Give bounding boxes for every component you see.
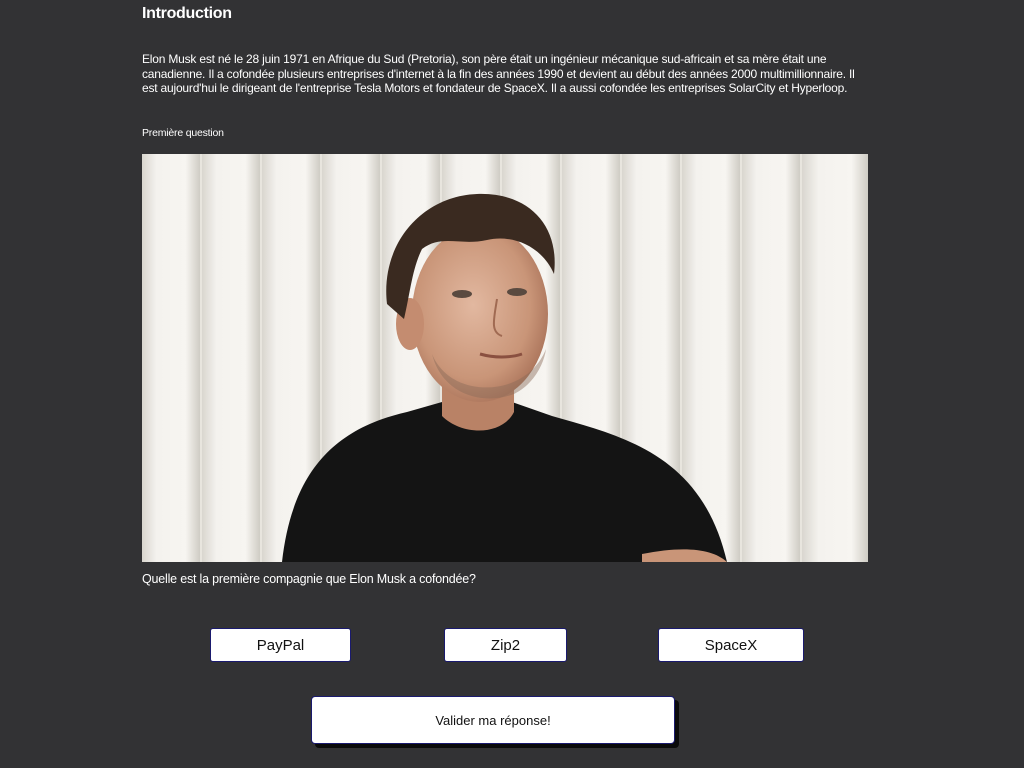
answer-button-zip2[interactable]: Zip2 (444, 628, 567, 662)
quiz-page: Introduction Elon Musk est né le 28 juin… (0, 0, 1024, 768)
answer-button-paypal[interactable]: PayPal (210, 628, 351, 662)
page-title: Introduction (142, 5, 232, 22)
portrait-photo (142, 154, 868, 562)
intro-paragraph: Elon Musk est né le 28 juin 1971 en Afri… (142, 52, 855, 95)
question-text: Quelle est la première compagnie que Elo… (142, 572, 476, 586)
answer-button-spacex[interactable]: SpaceX (658, 628, 804, 662)
question-section-label: Première question (142, 127, 224, 139)
submit-answer-button[interactable]: Valider ma réponse! (311, 696, 675, 744)
